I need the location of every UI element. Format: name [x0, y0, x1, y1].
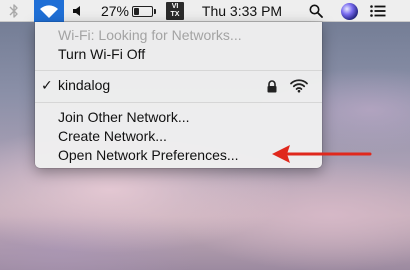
input-source-icon[interactable]: VI TX — [164, 0, 186, 22]
siri-icon[interactable] — [338, 0, 360, 22]
network-name: kindalog — [58, 77, 111, 93]
network-item-kindalog[interactable]: ✓ kindalog — [35, 76, 322, 95]
menu-bar: 27% VI TX Thu 3:33 PM — [0, 0, 410, 22]
annotation-arrow — [272, 145, 372, 163]
battery-percentage[interactable]: 27% — [101, 0, 129, 22]
wifi-status: Wi-Fi: Looking for Networks... — [58, 27, 242, 43]
turn-wifi-off-item[interactable]: Turn Wi-Fi Off — [35, 45, 322, 64]
menu-separator — [35, 102, 322, 103]
join-other-network-item[interactable]: Join Other Network... — [35, 108, 322, 127]
volume-icon[interactable] — [70, 0, 86, 22]
wifi-signal-icon — [290, 79, 308, 93]
menu-separator — [35, 70, 322, 71]
wifi-icon — [40, 4, 58, 18]
wifi-menu-button[interactable] — [34, 0, 64, 22]
battery-icon[interactable] — [131, 0, 156, 22]
checkmark-icon: ✓ — [41, 77, 53, 93]
search-icon[interactable] — [306, 0, 326, 22]
menubar-clock[interactable]: Thu 3:33 PM — [196, 0, 288, 22]
lock-icon — [267, 80, 277, 93]
battery-level — [133, 7, 139, 15]
list-icon[interactable] — [366, 0, 390, 22]
bluetooth-icon[interactable] — [6, 0, 22, 22]
